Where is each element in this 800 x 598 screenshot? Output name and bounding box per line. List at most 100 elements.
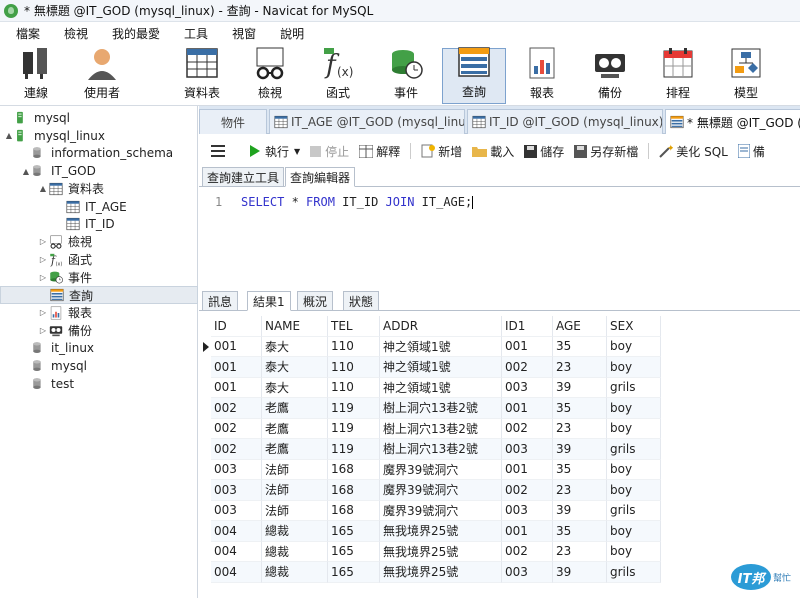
tab-query-editor[interactable]: 查詢編輯器 [285, 167, 356, 187]
table-cell[interactable]: 老鷹 [262, 439, 328, 460]
run-button[interactable]: 執行 ▼ [249, 143, 300, 160]
table-cell[interactable]: 003 [502, 439, 553, 460]
table-cell[interactable]: 魔界39號洞穴 [380, 500, 502, 521]
column-header[interactable]: SEX [607, 316, 661, 337]
table-cell[interactable]: 001 [211, 357, 262, 378]
table-cell[interactable]: 110 [328, 336, 380, 357]
table-cell[interactable]: 法師 [262, 480, 328, 501]
tree-item[interactable]: ▲ 資料表 [0, 180, 198, 198]
tab-status[interactable]: 狀態 [343, 291, 380, 311]
tree-item[interactable]: ▷ f (x) 函式 [0, 251, 198, 269]
table-cell[interactable]: 魔界39號洞穴 [380, 459, 502, 480]
table-cell[interactable]: boy [607, 418, 661, 439]
table-cell[interactable]: 39 [553, 377, 607, 398]
table-cell[interactable]: 001 [502, 459, 553, 480]
expand-toggle-icon[interactable]: ▲ [4, 131, 14, 140]
menu-item[interactable]: 我的最愛 [100, 25, 172, 42]
expand-toggle-icon[interactable]: ▷ [38, 255, 48, 264]
table-cell[interactable]: 110 [328, 377, 380, 398]
table-cell[interactable]: 樹上洞穴13巷2號 [380, 418, 502, 439]
tab-messages[interactable]: 訊息 [202, 291, 239, 311]
table-cell[interactable]: boy [607, 336, 661, 357]
table-cell[interactable]: boy [607, 357, 661, 378]
expand-toggle-icon[interactable]: ▷ [38, 308, 48, 317]
menu-button[interactable] [211, 145, 225, 157]
document-tab[interactable]: IT_AGE @IT_GOD (mysql_linu... [269, 109, 465, 134]
save-button[interactable]: 儲存 [524, 143, 564, 160]
table-cell[interactable]: 法師 [262, 500, 328, 521]
table-cell[interactable]: 23 [553, 541, 607, 562]
expand-toggle-icon[interactable]: ▲ [38, 184, 48, 193]
table-cell[interactable]: 119 [328, 398, 380, 419]
table-cell[interactable]: 002 [502, 480, 553, 501]
column-header[interactable]: AGE [553, 316, 607, 337]
table-cell[interactable]: 神之領域1號 [380, 377, 502, 398]
table-cell[interactable]: 魔界39號洞穴 [380, 480, 502, 501]
table-cell[interactable]: 39 [553, 500, 607, 521]
note-button[interactable]: 備 [737, 143, 765, 160]
table-cell[interactable]: 002 [502, 418, 553, 439]
toolbar-function-button[interactable]: f (x) 函式 [306, 48, 370, 104]
table-cell[interactable]: boy [607, 541, 661, 562]
toolbar-schedule-button[interactable]: 排程 [646, 48, 710, 104]
table-cell[interactable]: 002 [211, 398, 262, 419]
table-cell[interactable]: grils [607, 562, 661, 583]
table-cell[interactable]: 35 [553, 459, 607, 480]
tab-objects[interactable]: 物件 [199, 109, 267, 134]
table-cell[interactable]: 165 [328, 562, 380, 583]
table-cell[interactable]: 39 [553, 562, 607, 583]
table-cell[interactable]: 001 [211, 336, 262, 357]
table-cell[interactable]: 泰大 [262, 377, 328, 398]
table-cell[interactable]: 總裁 [262, 562, 328, 583]
toolbar-table-button[interactable]: 資料表 [170, 48, 234, 104]
toolbar-report-button[interactable]: 報表 [510, 47, 574, 104]
table-cell[interactable]: 23 [553, 418, 607, 439]
tree-item[interactable]: 查詢 [0, 286, 198, 304]
result-grid[interactable]: ID NAME TEL ADDR ID1 AGE SEX 001 泰大 110 神之領域1號 001 3… [199, 316, 800, 598]
tab-profile[interactable]: 概況 [297, 291, 334, 311]
tree-item[interactable]: information_schema [0, 144, 198, 162]
beautify-sql-button[interactable]: ✦ 美化 SQL [659, 143, 728, 160]
menu-item[interactable]: 視窗 [220, 25, 268, 42]
table-cell[interactable]: 老鷹 [262, 398, 328, 419]
table-cell[interactable]: 002 [502, 541, 553, 562]
table-cell[interactable]: 002 [211, 439, 262, 460]
tree-item[interactable]: IT_AGE [0, 198, 198, 216]
table-cell[interactable]: 神之領域1號 [380, 357, 502, 378]
table-cell[interactable]: 119 [328, 439, 380, 460]
table-cell[interactable]: 004 [211, 541, 262, 562]
document-tab[interactable]: * 無標題 @IT_GOD (m [665, 109, 800, 134]
table-cell[interactable]: grils [607, 500, 661, 521]
expand-toggle-icon[interactable]: ▷ [38, 237, 48, 246]
table-cell[interactable]: 004 [211, 521, 262, 542]
table-cell[interactable]: 樹上洞穴13巷2號 [380, 398, 502, 419]
table-cell[interactable]: 003 [502, 377, 553, 398]
chevron-down-icon[interactable]: ▼ [294, 147, 300, 156]
table-cell[interactable]: 無我境界25號 [380, 562, 502, 583]
table-cell[interactable]: 001 [211, 377, 262, 398]
toolbar-connection-button[interactable]: 連線 [4, 48, 68, 104]
table-cell[interactable]: 003 [502, 500, 553, 521]
document-tab[interactable]: IT_ID @IT_GOD (mysql_linux) [467, 109, 663, 134]
table-cell[interactable]: boy [607, 521, 661, 542]
tree-item[interactable]: ▷ 檢視 [0, 233, 198, 251]
table-cell[interactable]: 003 [502, 562, 553, 583]
tab-query-builder[interactable]: 查詢建立工具 [202, 167, 285, 187]
table-cell[interactable]: 總裁 [262, 521, 328, 542]
table-cell[interactable]: 165 [328, 541, 380, 562]
tree-item[interactable]: test [0, 375, 198, 393]
sql-text[interactable]: SELECT * FROM IT_ID JOIN IT_AGE; [241, 195, 474, 209]
sql-editor[interactable]: 1 SELECT * FROM IT_ID JOIN IT_AGE; [199, 188, 800, 286]
table-cell[interactable]: 總裁 [262, 541, 328, 562]
table-cell[interactable]: 002 [502, 357, 553, 378]
toolbar-backup-button[interactable]: 備份 [578, 48, 642, 104]
column-header[interactable]: ID1 [502, 316, 553, 337]
column-header[interactable]: NAME [262, 316, 328, 337]
tree-item[interactable]: it_linux [0, 339, 198, 357]
table-cell[interactable]: 001 [502, 336, 553, 357]
table-cell[interactable]: boy [607, 459, 661, 480]
table-cell[interactable]: 001 [502, 521, 553, 542]
menu-item[interactable]: 說明 [268, 25, 316, 42]
table-cell[interactable]: 002 [211, 418, 262, 439]
explain-button[interactable]: 解釋 [359, 143, 400, 160]
